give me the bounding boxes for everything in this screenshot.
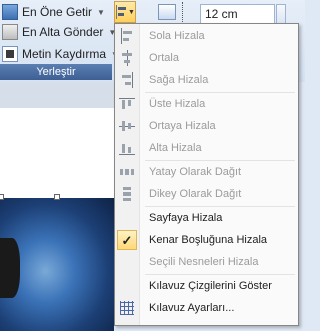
wrap-text-icon [2, 46, 18, 62]
bring-to-front-button[interactable]: En Öne Getir ▼ [0, 2, 105, 22]
chevron-down-icon[interactable]: ▼ [97, 8, 105, 17]
menu-item-align-to-margin[interactable]: ✓ Kenar Boşluğuna Hizala [115, 229, 298, 251]
menu-item-label: Dikey Olarak Dağıt [149, 188, 242, 200]
height-icon [182, 2, 197, 24]
wrap-text-label: Metin Kaydırma [22, 47, 107, 61]
align-top-icon [119, 96, 135, 112]
grid-settings-icon [119, 300, 135, 316]
send-to-back-button[interactable]: En Alta Gönder ▼ [0, 22, 116, 42]
menu-item-align-center[interactable]: Ortala [115, 47, 298, 69]
selected-picture[interactable] [0, 198, 114, 331]
menu-item-label: Sayfaya Hizala [149, 212, 223, 224]
align-menu: Sola Hizala Ortala Sağa Hizala Üste Hiza… [114, 23, 299, 326]
bring-to-front-icon [2, 4, 18, 20]
align-dropdown-button[interactable]: ▼ [114, 1, 136, 23]
menu-item-align-to-page[interactable]: Sayfaya Hizala [115, 207, 298, 229]
send-to-back-icon [2, 24, 18, 40]
menu-item-grid-settings[interactable]: Kılavuz Ayarları... [115, 297, 298, 319]
menu-item-label: Kılavuz Çizgilerini Göster [149, 280, 272, 292]
wrap-text-button[interactable]: Metin Kaydırma ▼ [0, 44, 119, 64]
align-right-icon [119, 72, 135, 88]
menu-item-align-right[interactable]: Sağa Hizala [115, 69, 298, 91]
menu-item-distribute-horizontal[interactable]: Yatay Olarak Dağıt [115, 161, 298, 183]
menu-item-align-left[interactable]: Sola Hizala [115, 25, 298, 47]
checkmark-icon: ✓ [117, 230, 137, 250]
picture-size-icon[interactable] [158, 4, 176, 20]
menu-item-label: Kenar Boşluğuna Hizala [149, 234, 268, 246]
height-spinner[interactable] [276, 4, 286, 24]
align-icon [115, 5, 127, 19]
menu-item-label: Sağa Hizala [149, 74, 209, 86]
menu-item-show-gridlines[interactable]: Kılavuz Çizgilerini Göster [115, 275, 298, 297]
menu-item-label: Seçili Nesneleri Hizala [149, 256, 259, 268]
distribute-vertical-icon [119, 186, 135, 202]
align-center-icon [119, 50, 135, 66]
menu-item-align-middle[interactable]: Ortaya Hizala [115, 115, 298, 137]
send-to-back-label: En Alta Gönder [22, 25, 104, 39]
menu-item-label: Alta Hizala [149, 142, 202, 154]
menu-item-label: Ortala [149, 52, 179, 64]
distribute-horizontal-icon [119, 164, 135, 180]
height-input[interactable]: 12 cm [200, 4, 275, 24]
menu-item-distribute-vertical[interactable]: Dikey Olarak Dağıt [115, 183, 298, 205]
menu-item-label: Yatay Olarak Dağıt [149, 166, 242, 178]
menu-item-label: Ortaya Hizala [149, 120, 216, 132]
menu-item-label: Sola Hizala [149, 30, 205, 42]
menu-item-align-selected-objects[interactable]: Seçili Nesneleri Hizala [115, 251, 298, 273]
resize-handle[interactable] [54, 194, 60, 200]
bring-to-front-label: En Öne Getir [22, 5, 93, 19]
align-middle-icon [119, 118, 135, 134]
chevron-down-icon: ▼ [128, 8, 135, 16]
menu-item-align-top[interactable]: Üste Hizala [115, 93, 298, 115]
arrange-group-label: Yerleştir [0, 64, 112, 80]
menu-item-label: Üste Hizala [149, 98, 206, 110]
menu-item-align-bottom[interactable]: Alta Hizala [115, 137, 298, 159]
resize-handle[interactable] [0, 194, 4, 200]
align-left-icon [119, 28, 135, 44]
menu-item-label: Kılavuz Ayarları... [149, 302, 235, 314]
align-bottom-icon [119, 140, 135, 156]
